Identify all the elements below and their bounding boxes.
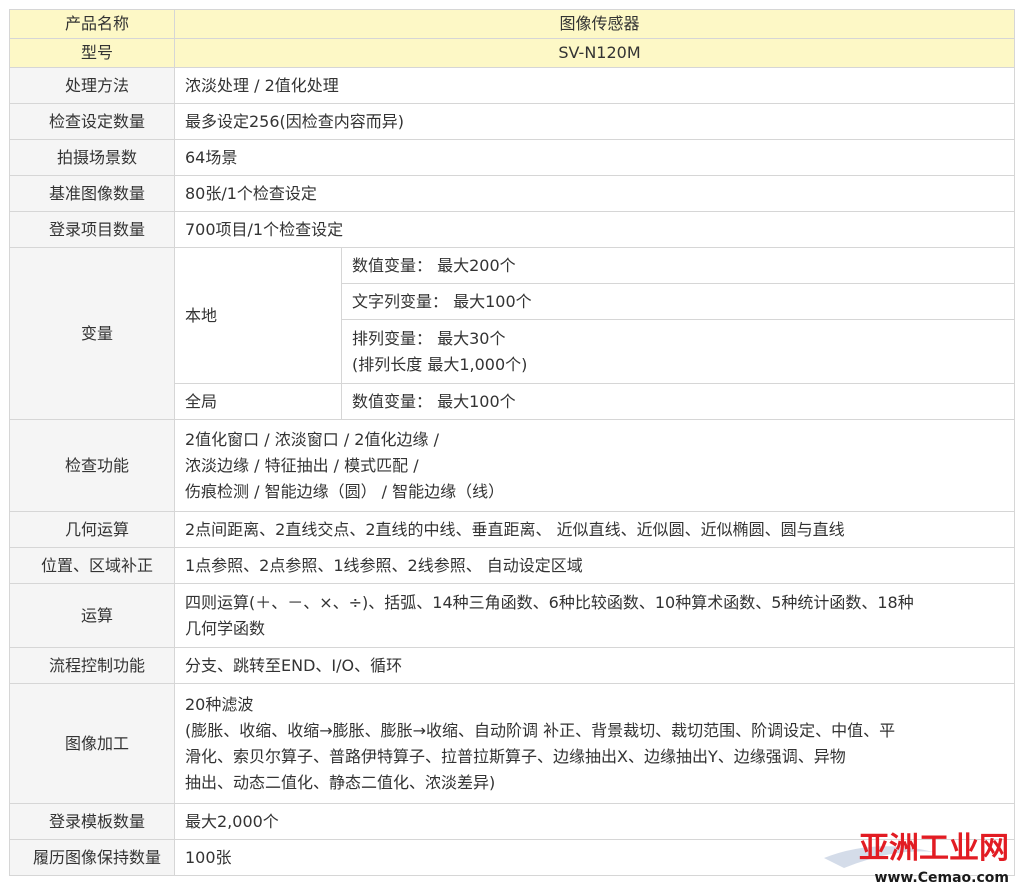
table-row: 处理方法 浓淡处理 / 2值化处理 bbox=[9, 67, 1016, 104]
row-label: 流程控制功能 bbox=[9, 647, 175, 684]
table-row: 产品名称 图像传感器 bbox=[9, 9, 1016, 39]
row-value: 浓淡处理 / 2值化处理 bbox=[173, 67, 1016, 104]
table-row: 型号 SV-N120M bbox=[9, 38, 1016, 68]
row-label: 拍摄场景数 bbox=[9, 139, 175, 176]
row-label: 处理方法 bbox=[9, 67, 175, 104]
table-row: 位置、区域补正 1点参照、2点参照、1线参照、2线参照、 自动设定区域 bbox=[9, 547, 1016, 584]
table-row: 拍摄场景数 64场景 bbox=[9, 139, 1016, 176]
row-value: 2值化窗口 / 浓淡窗口 / 2值化边缘 / 浓淡边缘 / 特征抽出 / 模式匹… bbox=[173, 419, 1016, 512]
row-value: 1点参照、2点参照、1线参照、2线参照、 自动设定区域 bbox=[173, 547, 1016, 584]
table-row: 登录项目数量 700项目/1个检查设定 bbox=[9, 211, 1016, 248]
variables-label: 变量 bbox=[9, 247, 175, 420]
text-line: 伤痕检测 / 智能边缘（圆） / 智能边缘（线） bbox=[185, 481, 505, 501]
row-value: 64场景 bbox=[173, 139, 1016, 176]
table-row: 几何运算 2点间距离、2直线交点、2直线的中线、垂直距离、 近似直线、近似圆、近… bbox=[9, 511, 1016, 548]
array-line-1: 排列变量： 最大30个 bbox=[352, 328, 506, 348]
row-value: 分支、跳转至END、I/O、循环 bbox=[173, 647, 1016, 684]
text-line: 几何学函数 bbox=[185, 618, 266, 638]
model-value: SV-N120M bbox=[173, 38, 1016, 68]
text-line: 抽出、动态二值化、静态二值化、浓淡差异) bbox=[185, 772, 496, 792]
model-label: 型号 bbox=[9, 38, 175, 68]
table-row: 检查功能 2值化窗口 / 浓淡窗口 / 2值化边缘 / 浓淡边缘 / 特征抽出 … bbox=[9, 419, 1016, 512]
row-value: 最多设定256(因检查内容而异) bbox=[173, 103, 1016, 140]
product-name-value: 图像传感器 bbox=[173, 9, 1016, 39]
row-label: 图像加工 bbox=[9, 683, 175, 804]
table-row: 检查设定数量 最多设定256(因检查内容而异) bbox=[9, 103, 1016, 140]
table-row: 基准图像数量 80张/1个检查设定 bbox=[9, 175, 1016, 212]
product-name-label: 产品名称 bbox=[9, 9, 175, 39]
row-label: 几何运算 bbox=[9, 511, 175, 548]
row-value: 20种滤波 (膨胀、收缩、收缩→膨胀、膨胀→收缩、自动阶调 补正、背景裁切、裁切… bbox=[173, 683, 1016, 804]
local-label: 本地 bbox=[174, 247, 342, 384]
row-label: 检查功能 bbox=[9, 419, 175, 512]
watermark-text: 亚洲工业网 bbox=[859, 831, 1009, 866]
row-label: 登录项目数量 bbox=[9, 211, 175, 248]
text-line: (膨胀、收缩、收缩→膨胀、膨胀→收缩、自动阶调 补正、背景裁切、裁切范围、阶调设… bbox=[185, 720, 896, 740]
local-numeric-variable: 数值变量： 最大200个 bbox=[340, 247, 1016, 284]
row-label: 运算 bbox=[9, 583, 175, 648]
local-array-variable: 排列变量： 最大30个 (排列长度 最大1,000个) bbox=[340, 319, 1016, 384]
row-label: 位置、区域补正 bbox=[9, 547, 175, 584]
table-row: 运算 四则运算(＋、－、×、÷)、括弧、14种三角函数、6种比较函数、10种算术… bbox=[9, 583, 1016, 648]
row-label: 履历图像保持数量 bbox=[9, 839, 175, 876]
row-label: 检查设定数量 bbox=[9, 103, 175, 140]
row-value: 80张/1个检查设定 bbox=[173, 175, 1016, 212]
row-label: 登录模板数量 bbox=[9, 803, 175, 840]
local-string-variable: 文字列变量： 最大100个 bbox=[340, 283, 1016, 320]
array-line-2: (排列长度 最大1,000个) bbox=[352, 354, 528, 374]
text-line: 2值化窗口 / 浓淡窗口 / 2值化边缘 / bbox=[185, 429, 439, 449]
global-numeric-variable: 数值变量： 最大100个 bbox=[340, 383, 1016, 420]
table-row: 变量 本地 数值变量： 最大200个 bbox=[9, 247, 1016, 420]
text-line: 浓淡边缘 / 特征抽出 / 模式匹配 / bbox=[185, 455, 419, 475]
table-row: 流程控制功能 分支、跳转至END、I/O、循环 bbox=[9, 647, 1016, 684]
text-line: 滑化、索贝尔算子、普路伊特算子、拉普拉斯算子、边缘抽出X、边缘抽出Y、边缘强调、… bbox=[185, 746, 846, 766]
table-row: 图像加工 20种滤波 (膨胀、收缩、收缩→膨胀、膨胀→收缩、自动阶调 补正、背景… bbox=[9, 683, 1016, 804]
watermark-url: www.Cemao.com bbox=[875, 870, 1009, 886]
row-value: 四则运算(＋、－、×、÷)、括弧、14种三角函数、6种比较函数、10种算术函数、… bbox=[173, 583, 1016, 648]
text-line: 四则运算(＋、－、×、÷)、括弧、14种三角函数、6种比较函数、10种算术函数、… bbox=[185, 592, 914, 612]
row-label: 基准图像数量 bbox=[9, 175, 175, 212]
watermark-logo: 亚洲工业网 www.Cemao.com bbox=[824, 831, 1009, 886]
row-value: 2点间距离、2直线交点、2直线的中线、垂直距离、 近似直线、近似圆、近似椭圆、圆… bbox=[173, 511, 1016, 548]
text-line: 20种滤波 bbox=[185, 694, 254, 714]
row-value: 700项目/1个检查设定 bbox=[173, 211, 1016, 248]
global-label: 全局 bbox=[174, 383, 342, 420]
spec-table: 产品名称 图像传感器 型号 SV-N120M 处理方法 浓淡处理 / 2值化处理… bbox=[9, 9, 1016, 876]
